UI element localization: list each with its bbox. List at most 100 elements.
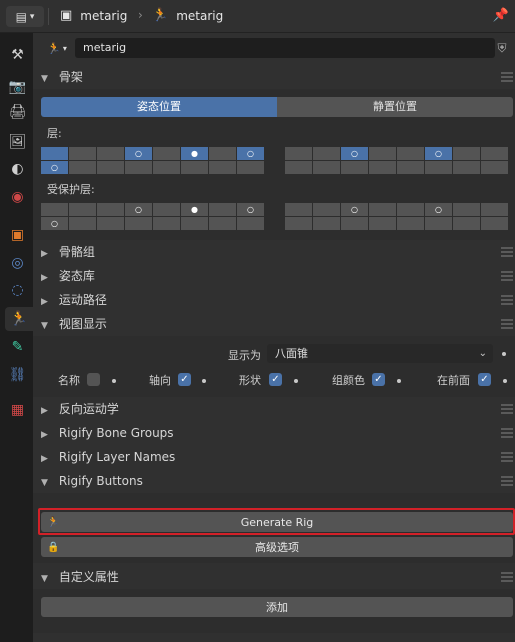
layer-toggle[interactable] [397, 217, 424, 230]
layer-toggle[interactable] [341, 161, 368, 174]
layer-toggle[interactable]: ○ [125, 147, 152, 160]
panel-header-pose-library[interactable]: ▶ 姿态库 [33, 264, 515, 288]
layer-toggle[interactable] [313, 161, 340, 174]
layer-toggle[interactable]: ○ [341, 147, 368, 160]
layer-toggle[interactable] [397, 161, 424, 174]
layer-toggle[interactable] [153, 147, 180, 160]
layer-toggle[interactable] [313, 217, 340, 230]
keyframe-dot-icon[interactable] [294, 379, 298, 383]
layer-toggle[interactable] [397, 147, 424, 160]
drag-grip-icon[interactable] [501, 319, 513, 329]
in-front-checkbox[interactable]: ✓ [478, 373, 491, 386]
layer-toggle[interactable] [41, 203, 68, 216]
layer-toggle[interactable] [237, 161, 264, 174]
keyframe-dot-icon[interactable] [502, 352, 506, 356]
layer-toggle[interactable] [97, 203, 124, 216]
scene-icon[interactable]: ◐ [5, 157, 30, 181]
drag-grip-icon[interactable] [501, 72, 513, 82]
pin-icon[interactable]: 📌 [493, 8, 509, 23]
keyframe-dot-icon[interactable] [112, 379, 116, 383]
panel-header-rigify-bone-groups[interactable]: ▶ Rigify Bone Groups [33, 421, 515, 445]
object-icon[interactable]: ▣ [5, 223, 30, 247]
layer-toggle[interactable] [209, 203, 236, 216]
layer-toggle[interactable]: ○ [237, 147, 264, 160]
layer-toggle[interactable] [453, 161, 480, 174]
panel-header-skeleton[interactable]: ▼ 骨架 [33, 65, 515, 89]
layer-toggle[interactable] [369, 217, 396, 230]
armature-data-icon[interactable]: 🏃 [5, 307, 33, 331]
keyframe-dot-icon[interactable] [503, 379, 507, 383]
drag-grip-icon[interactable] [501, 271, 513, 281]
layer-toggle[interactable] [41, 147, 68, 160]
layer-toggle[interactable] [453, 203, 480, 216]
layer-toggle[interactable] [97, 217, 124, 230]
bone-icon[interactable]: ✎ [5, 335, 30, 359]
world-icon[interactable]: ◉ [5, 185, 30, 209]
bone-constraint-icon[interactable]: ⛓ [5, 363, 30, 387]
names-checkbox[interactable] [87, 373, 100, 386]
layer-toggle[interactable] [481, 147, 508, 160]
layer-toggle[interactable] [97, 147, 124, 160]
physics-icon[interactable]: ◌ [5, 278, 30, 302]
editor-type-selector[interactable]: ▤ ▾ [6, 6, 44, 27]
layer-toggle[interactable] [209, 147, 236, 160]
panel-header-custom-properties[interactable]: ▼ 自定义属性 [33, 565, 515, 589]
layer-toggle[interactable] [453, 217, 480, 230]
advanced-options-button[interactable]: 🔒 高级选项 [41, 537, 513, 557]
layer-toggle[interactable] [313, 147, 340, 160]
fake-user-shield-icon[interactable]: ⛨ [493, 39, 511, 57]
add-property-button[interactable]: 添加 [41, 597, 513, 617]
layer-toggle[interactable] [69, 217, 96, 230]
panel-header-viewport-display[interactable]: ▼ 视图显示 [33, 312, 515, 336]
armature-browse-button[interactable]: 🏃 ▾ [41, 38, 73, 58]
layer-toggle[interactable] [153, 203, 180, 216]
layer-toggle[interactable] [397, 203, 424, 216]
group-colors-checkbox[interactable]: ✓ [372, 373, 385, 386]
layer-toggle[interactable] [69, 147, 96, 160]
axes-checkbox[interactable]: ✓ [178, 373, 191, 386]
layer-toggle[interactable] [285, 161, 312, 174]
layer-toggle[interactable] [181, 161, 208, 174]
layer-toggle[interactable]: ○ [125, 203, 152, 216]
layer-toggle[interactable]: ○ [425, 203, 452, 216]
layer-toggle[interactable]: ○ [41, 217, 68, 230]
layer-toggle[interactable] [481, 203, 508, 216]
layer-toggle[interactable] [481, 161, 508, 174]
layer-toggle[interactable] [69, 203, 96, 216]
layer-toggle[interactable] [481, 217, 508, 230]
drag-grip-icon[interactable] [501, 295, 513, 305]
layer-toggle[interactable] [209, 161, 236, 174]
modifier-icon[interactable]: ◎ [5, 251, 30, 275]
output-icon[interactable]: 🖨 [5, 100, 30, 124]
texture-icon[interactable]: ▦ [5, 398, 30, 422]
layer-toggle[interactable] [285, 147, 312, 160]
layer-toggle[interactable] [425, 217, 452, 230]
drag-grip-icon[interactable] [501, 428, 513, 438]
layer-toggle[interactable] [285, 203, 312, 216]
panel-header-inverse-kinematics[interactable]: ▶ 反向运动学 [33, 397, 515, 421]
breadcrumb-object[interactable]: ▣ metarig [60, 8, 127, 23]
armature-name-field[interactable]: metarig [75, 38, 495, 58]
layer-toggle[interactable] [453, 147, 480, 160]
panel-header-rigify-buttons[interactable]: ▼ Rigify Buttons [33, 469, 515, 493]
render-icon[interactable]: 📷 [5, 75, 30, 99]
layer-toggle[interactable] [153, 217, 180, 230]
view-layer-icon[interactable]: 🖼 [5, 130, 30, 154]
layer-toggle[interactable] [181, 217, 208, 230]
layer-toggle[interactable] [97, 161, 124, 174]
drag-grip-icon[interactable] [501, 247, 513, 257]
layer-toggle[interactable] [369, 203, 396, 216]
layer-toggle[interactable] [341, 217, 368, 230]
layer-toggle[interactable] [285, 217, 312, 230]
layer-toggle[interactable]: ○ [425, 147, 452, 160]
keyframe-dot-icon[interactable] [397, 379, 401, 383]
tool-icon[interactable]: ⚒ [5, 43, 30, 67]
pose-position-button[interactable]: 姿态位置 [41, 97, 277, 117]
breadcrumb-armature[interactable]: 🏃 metarig [152, 8, 223, 23]
generate-rig-button[interactable]: 🏃 Generate Rig [41, 512, 513, 532]
layer-toggle[interactable] [313, 203, 340, 216]
layer-toggle[interactable] [369, 147, 396, 160]
rest-position-button[interactable]: 静置位置 [277, 97, 513, 117]
panel-header-rigify-layer-names[interactable]: ▶ Rigify Layer Names [33, 445, 515, 469]
layer-toggle[interactable] [237, 217, 264, 230]
